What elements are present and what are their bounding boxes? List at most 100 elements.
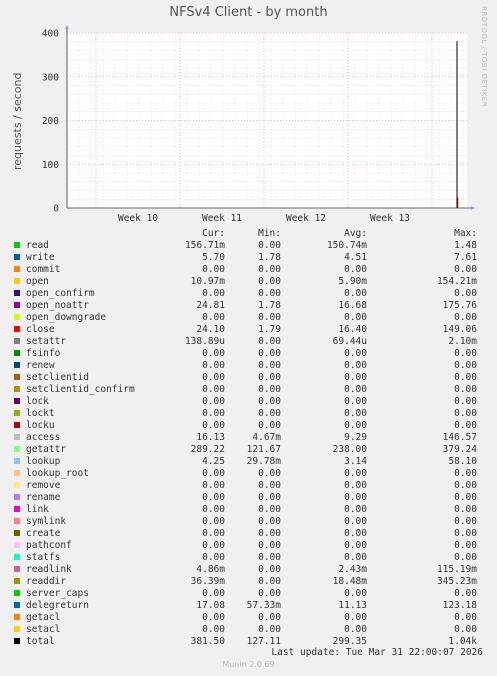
legend-min: 0.00 <box>258 408 281 419</box>
legend-swatch <box>14 422 20 428</box>
legend-max: 0.00 <box>454 492 477 503</box>
legend-row: readdir 36.39m 0.00 18.48m 345.23m <box>0 576 497 588</box>
y-tick-label: 100 <box>42 160 59 171</box>
header-min: Min: <box>258 228 281 239</box>
legend-name: link <box>26 504 49 515</box>
legend-min: 0.00 <box>258 516 281 527</box>
legend-name: getacl <box>26 612 61 623</box>
legend-row: delegreturn 17.08 57.33m 11.13 123.18 <box>0 600 497 612</box>
legend-swatch <box>14 314 20 320</box>
legend-name: access <box>26 432 61 443</box>
legend-avg: 0.00 <box>344 288 367 299</box>
legend-avg: 16.40 <box>338 324 367 335</box>
legend-row: open_noattr 24.81 1.78 16.68 175.76 <box>0 300 497 312</box>
legend-row: getattr 289.22 121.67 238.00 379.24 <box>0 444 497 456</box>
legend-min: 0.00 <box>258 288 281 299</box>
legend-avg: 0.00 <box>344 312 367 323</box>
x-tick-label: Week 12 <box>286 213 326 224</box>
legend-swatch <box>14 242 20 248</box>
legend-row: open_downgrade 0.00 0.00 0.00 0.00 <box>0 312 497 324</box>
legend-swatch <box>14 602 20 608</box>
legend-row: lookup_root 0.00 0.00 0.00 0.00 <box>0 468 497 480</box>
legend-swatch <box>14 434 20 440</box>
legend-swatch <box>14 398 20 404</box>
legend-min: 0.00 <box>258 492 281 503</box>
legend-row: getacl 0.00 0.00 0.00 0.00 <box>0 612 497 624</box>
legend-max: 0.00 <box>454 528 477 539</box>
legend-swatch <box>14 254 20 260</box>
legend-max: 0.00 <box>454 396 477 407</box>
legend-max: 149.06 <box>442 324 477 335</box>
legend-name: open_downgrade <box>26 312 107 323</box>
legend-min: 0.00 <box>258 312 281 323</box>
legend-max: 154.21m <box>436 276 477 287</box>
legend-swatch <box>14 638 20 644</box>
munin-version: Munin 2.0.69 <box>222 660 275 669</box>
legend-max: 345.23m <box>436 576 477 587</box>
y-tick-label: 200 <box>42 116 59 127</box>
legend-name: total <box>26 636 55 647</box>
legend-min: 0.00 <box>258 564 281 575</box>
legend-row: read 156.71m 0.00 150.74m 1.48 <box>0 240 497 252</box>
legend-swatch <box>14 530 20 536</box>
legend-min: 127.11 <box>246 636 281 647</box>
legend-max: 0.00 <box>454 624 477 635</box>
legend-min: 0.00 <box>258 480 281 491</box>
x-tick-label: Week 11 <box>202 213 242 224</box>
legend-avg: 0.00 <box>344 396 367 407</box>
legend-max: 0.00 <box>454 588 477 599</box>
legend-max: 0.00 <box>454 372 477 383</box>
legend-max: 0.00 <box>454 348 477 359</box>
y-axis-arrow <box>65 25 69 29</box>
legend-max: 0.00 <box>454 612 477 623</box>
legend-swatch <box>14 374 20 380</box>
legend-swatch <box>14 590 20 596</box>
legend-swatch <box>14 362 20 368</box>
legend-name: setclientid_confirm <box>26 384 135 395</box>
legend-min: 0.00 <box>258 276 281 287</box>
legend-swatch <box>14 266 20 272</box>
legend-name: commit <box>26 264 61 275</box>
legend-avg: 0.00 <box>344 612 367 623</box>
legend-max: 379.24 <box>442 444 477 455</box>
legend-min: 0.00 <box>258 576 281 587</box>
legend-avg: 18.48m <box>332 576 367 587</box>
legend-min: 1.78 <box>258 300 281 311</box>
legend-max: 7.61 <box>454 252 477 263</box>
legend-name: fsinfo <box>26 348 61 359</box>
y-tick-label: 300 <box>42 72 59 83</box>
legend-min: 0.00 <box>258 396 281 407</box>
legend-row: setattr 138.89u 0.00 69.44u 2.10m <box>0 336 497 348</box>
legend-avg: 0.00 <box>344 468 367 479</box>
legend-row: access 16.13 4.67m 9.29 146.57 <box>0 432 497 444</box>
legend-min: 0.00 <box>258 624 281 635</box>
legend-max: 0.00 <box>454 480 477 491</box>
legend-max: 115.19m <box>436 564 477 575</box>
legend-avg: 150.74m <box>326 240 367 251</box>
legend-min: 0.00 <box>258 612 281 623</box>
legend-name: setacl <box>26 624 61 635</box>
legend-name: write <box>26 252 55 263</box>
legend-row: remove 0.00 0.00 0.00 0.00 <box>0 480 497 492</box>
last-update: Last update: Tue Mar 31 22:00:07 2026 <box>271 647 483 658</box>
legend-max: 0.00 <box>454 408 477 419</box>
legend-avg: 238.00 <box>332 444 367 455</box>
legend-max: 58.10 <box>448 456 477 467</box>
legend-min: 0.00 <box>258 384 281 395</box>
legend-min: 0.00 <box>258 264 281 275</box>
x-tick-label: Week 13 <box>370 213 410 224</box>
legend-name: renew <box>26 360 55 371</box>
legend-max: 0.00 <box>454 516 477 527</box>
legend-avg: 0.00 <box>344 528 367 539</box>
legend-swatch <box>14 326 20 332</box>
legend-min: 0.00 <box>258 552 281 563</box>
legend-swatch <box>14 554 20 560</box>
legend-max: 0.00 <box>454 540 477 551</box>
legend-max: 123.18 <box>442 600 477 611</box>
legend-min: 57.33m <box>246 600 281 611</box>
y-tick-label: 400 <box>42 29 59 40</box>
legend-row: commit 0.00 0.00 0.00 0.00 <box>0 264 497 276</box>
legend-min: 0.00 <box>258 468 281 479</box>
legend-avg: 0.00 <box>344 504 367 515</box>
legend-max: 0.00 <box>454 384 477 395</box>
